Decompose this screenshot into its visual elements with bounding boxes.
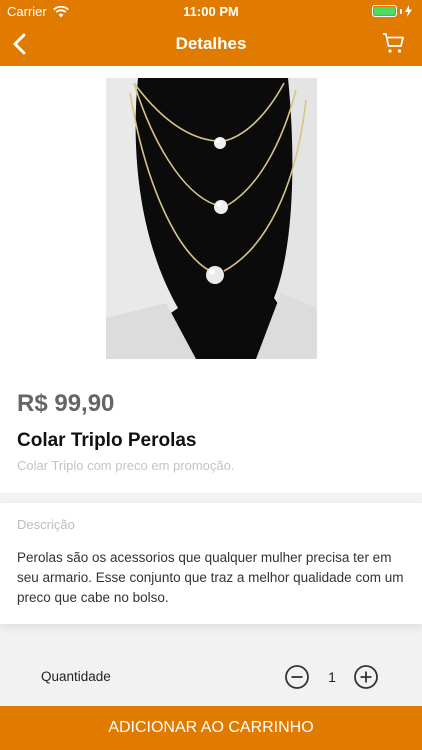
minus-circle-icon[interactable] xyxy=(284,664,310,690)
product-price: R$ 99,90 xyxy=(17,390,115,417)
add-to-cart-button[interactable]: ADICIONAR AO CARRINHO xyxy=(0,706,422,750)
header-bar: Carrier 11:00 PM Detalhes xyxy=(0,0,422,66)
status-bar: Carrier 11:00 PM xyxy=(0,0,422,22)
navigation-bar: Detalhes xyxy=(0,22,422,66)
quantity-value: 1 xyxy=(328,669,336,685)
battery-icon xyxy=(372,5,412,17)
page-title: Detalhes xyxy=(175,34,247,53)
charging-icon xyxy=(405,5,412,17)
cart-icon[interactable] xyxy=(382,31,406,55)
description-text: Perolas são os acessorios que qualquer m… xyxy=(17,550,404,605)
description-label: Descrição xyxy=(17,517,75,532)
product-name: Colar Triplo Perolas xyxy=(17,430,197,451)
product-card: R$ 99,90 Colar Triplo Perolas Colar Trip… xyxy=(0,66,422,493)
status-time: 11:00 PM xyxy=(183,4,239,19)
product-image xyxy=(106,78,317,359)
quantity-label: Quantidade xyxy=(41,669,111,684)
plus-circle-icon[interactable] xyxy=(353,664,379,690)
product-subtitle: Colar Triplo com preco em promoção. xyxy=(17,458,235,473)
description-card: Descrição Perolas são os acessorios que … xyxy=(0,503,422,624)
